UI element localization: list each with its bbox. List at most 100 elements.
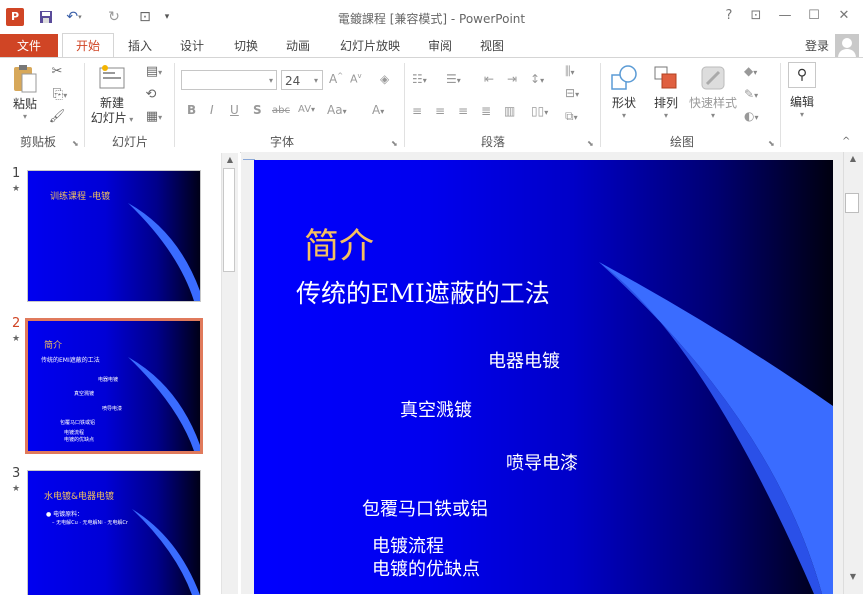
signin-link[interactable]: 登录	[805, 37, 829, 54]
slide-text-item[interactable]: 电器电镀	[488, 347, 560, 373]
justify-icon[interactable]: ≣	[481, 104, 491, 118]
shape-effects-icon[interactable]: ◐▾	[744, 109, 759, 123]
align-right-icon[interactable]: ≡	[458, 104, 468, 118]
drawing-dialog-launcher-icon[interactable]: ⬊	[768, 139, 775, 148]
bold-icon[interactable]: B	[187, 103, 196, 117]
slide-text-item[interactable]: 真空溅镀	[400, 396, 472, 422]
arrange-button[interactable]: 排列 ▾	[648, 64, 684, 128]
clear-formatting-icon[interactable]: ◈	[380, 72, 389, 86]
paste-icon	[12, 64, 38, 94]
line-spacing-icon[interactable]: ↕▾	[530, 72, 544, 86]
separator	[600, 63, 601, 147]
ribbon-display-options-icon[interactable]: ⊡	[744, 8, 768, 23]
slide-subtitle[interactable]: 传统的EMI遮蔽的工法	[296, 274, 550, 310]
slide-thumbnail-content: 训练课程 -电镀	[28, 171, 200, 301]
font-dialog-launcher-icon[interactable]: ⬊	[391, 139, 398, 148]
tab-insert[interactable]: 插入	[118, 34, 162, 58]
minimize-icon[interactable]: —	[773, 8, 797, 23]
tab-transitions[interactable]: 切换	[224, 34, 268, 58]
shapes-button[interactable]: 形状 ▾	[606, 64, 642, 128]
scroll-up-icon[interactable]: ▲	[222, 155, 238, 164]
slide-text-item[interactable]: 包覆马口铁或铝	[362, 495, 488, 521]
align-left-icon[interactable]: ≡	[412, 104, 422, 118]
cut-icon[interactable]: ✂	[48, 64, 66, 79]
arrange-icon	[652, 64, 680, 92]
layout-icon[interactable]: ▤▾	[140, 64, 168, 79]
font-name-combo[interactable]	[181, 70, 277, 90]
shapes-label: 形状	[611, 96, 636, 110]
decrease-font-icon[interactable]: Av	[350, 72, 362, 86]
text-shadow-icon[interactable]: S	[253, 103, 262, 117]
distributed-icon[interactable]: ▥	[504, 104, 515, 118]
format-painter-icon[interactable]: 🖌	[48, 109, 66, 124]
slide-thumbnail-3[interactable]: 水电镀&电器电镀 ● 电镀原料： – 无电解Cu · 无电解Ni · 无电解Cr	[27, 470, 201, 595]
italic-icon[interactable]: I	[210, 103, 214, 117]
tab-review[interactable]: 审阅	[418, 34, 462, 58]
scroll-down-icon[interactable]: ▼	[845, 572, 861, 581]
font-color-icon[interactable]: A▾	[372, 103, 384, 117]
clipboard-dialog-launcher-icon[interactable]: ⬊	[72, 139, 79, 148]
tab-file[interactable]: 文件	[0, 34, 58, 58]
decrease-indent-icon[interactable]: ⇤	[484, 72, 494, 86]
change-case-icon[interactable]: Aa▾	[327, 103, 347, 117]
copy-icon[interactable]: ⎘▾	[48, 87, 72, 102]
thumb-line: 电镀流程	[64, 430, 85, 436]
tab-design[interactable]: 设计	[170, 34, 214, 58]
scroll-up-icon[interactable]: ▲	[845, 154, 861, 163]
shapes-dropdown-icon: ▾	[621, 111, 626, 120]
paragraph-dialog-launcher-icon[interactable]: ⬊	[587, 139, 594, 148]
strikethrough-icon[interactable]: abc	[272, 105, 290, 116]
thumb-title: 训练课程 -电镀	[50, 192, 111, 202]
reset-icon[interactable]: ⟲	[140, 87, 162, 102]
tab-view[interactable]: 视图	[470, 34, 514, 58]
increase-font-icon[interactable]: A^	[329, 72, 343, 86]
slide-text-item[interactable]: 喷导电漆	[506, 449, 578, 475]
close-icon[interactable]: ✕	[832, 8, 856, 23]
slide-thumbnail-content: 水电镀&电器电镀 ● 电镀原料： – 无电解Cu · 无电解Ni · 无电解Cr	[28, 471, 200, 595]
character-spacing-icon[interactable]: AV▾	[298, 104, 315, 115]
columns-icon[interactable]: ▯▯▾	[531, 104, 548, 118]
editing-dropdown-icon: ▾	[799, 110, 804, 119]
thumb-line: 包覆马口铁或铝	[60, 420, 96, 426]
thumb-line: ● 电镀原料：	[46, 511, 84, 518]
slide-text-item[interactable]: 电镀的优缺点	[372, 555, 480, 581]
slide-thumbnail-1[interactable]: 训练课程 -电镀	[27, 170, 201, 302]
slide-title[interactable]: 简介	[304, 218, 374, 269]
quick-styles-button[interactable]: 快速样式 ▾	[688, 64, 738, 128]
thumb-line: – 无电解Cu · 无电解Ni · 无电解Cr	[52, 520, 128, 526]
current-slide[interactable]: 简介 传统的EMI遮蔽的工法 电器电镀 真空溅镀 喷导电漆 包覆马口铁或铝 电镀…	[254, 160, 833, 594]
tab-home[interactable]: 开始	[62, 33, 114, 59]
editor-scrollbar[interactable]: ▲	[843, 152, 863, 594]
avatar[interactable]	[835, 34, 859, 58]
numbering-icon[interactable]: ☰▾	[446, 72, 461, 86]
shape-outline-icon[interactable]: ✎▾	[744, 87, 758, 101]
paste-button[interactable]: 粘贴 ▾	[8, 64, 42, 124]
align-text-icon[interactable]: ⊟▾	[565, 86, 579, 100]
text-direction-icon[interactable]: ⫼▾	[565, 64, 575, 79]
increase-indent-icon[interactable]: ⇥	[507, 72, 517, 86]
bullets-icon[interactable]: ☷▾	[412, 72, 427, 86]
convert-smartart-icon[interactable]: ⧉▾	[565, 109, 578, 124]
editing-button[interactable]: ⚲ 编辑 ▾	[786, 62, 818, 126]
align-center-icon[interactable]: ≡	[435, 104, 445, 118]
slide-thumbnail-2[interactable]: 简介 传统的EMI遮蔽的工法 电器电镀 真空溅镀 喷导电漆 包覆马口铁或铝 电镀…	[25, 318, 203, 454]
thumb-title: 水电镀&电器电镀	[44, 492, 115, 502]
maximize-icon[interactable]: ☐	[802, 8, 826, 23]
tab-slideshow[interactable]: 幻灯片放映	[334, 34, 406, 58]
shape-fill-icon[interactable]: ◆▾	[744, 64, 757, 78]
underline-icon[interactable]: U	[230, 103, 239, 117]
title-bar: P ↶ ▾ ↻ ⊡ ▾ 電鍍課程 [兼容模式] - PowerPoint ? ⊡ …	[0, 0, 863, 34]
tab-animations[interactable]: 动画	[276, 34, 320, 58]
new-slide-button[interactable]: 新建 幻灯片 ▾	[88, 64, 136, 130]
help-icon[interactable]: ?	[717, 8, 741, 23]
font-size-dropdown-icon[interactable]: ▾	[314, 76, 318, 85]
section-icon[interactable]: ▦▾	[140, 109, 168, 124]
panel-scrollbar-thumb[interactable]	[223, 168, 235, 272]
animation-star-icon: ★	[12, 184, 21, 194]
editor-scrollbar-thumb[interactable]	[845, 193, 859, 213]
paste-label: 粘贴	[12, 97, 37, 111]
collapse-ribbon-icon[interactable]: ^	[842, 136, 850, 147]
separator	[84, 63, 85, 147]
thumb-line: 电器电镀	[98, 377, 119, 383]
font-name-dropdown-icon[interactable]: ▾	[269, 76, 273, 85]
